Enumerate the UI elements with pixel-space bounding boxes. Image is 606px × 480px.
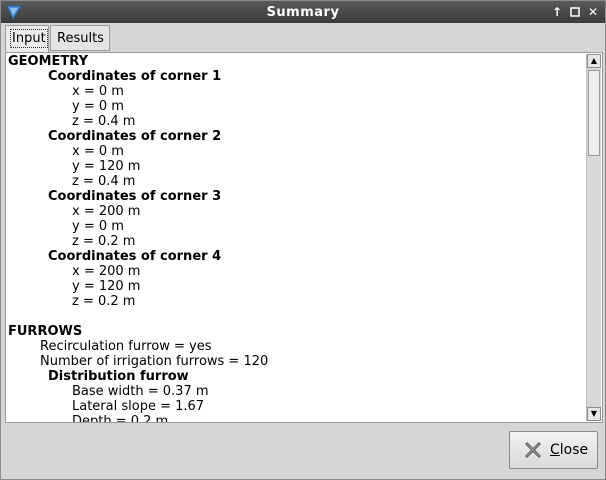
section-heading: FURROWS xyxy=(8,324,83,339)
section-heading: Distribution furrow xyxy=(48,369,189,384)
section-heading: GEOMETRY xyxy=(8,54,88,69)
vertical-scrollbar[interactable]: ▲ ▼ xyxy=(586,54,601,421)
section-heading: Coordinates of corner 4 xyxy=(48,249,222,264)
summary-window: Summary ↑ ✕ Input Results GEOMETRY Coordi… xyxy=(0,0,606,480)
summary-text-area[interactable]: GEOMETRY Coordinates of corner 1x = 0 my … xyxy=(5,52,603,423)
summary-line: z = 0.2 m xyxy=(72,234,136,249)
summary-line: x = 200 m xyxy=(72,204,141,219)
summary-line: z = 0.4 m xyxy=(72,174,136,189)
tab-label: Results xyxy=(57,31,104,46)
button-bar: Close xyxy=(1,423,605,479)
summary-line: x = 0 m xyxy=(72,84,124,99)
tab-input[interactable]: Input xyxy=(5,25,49,52)
scroll-up-icon[interactable]: ▲ xyxy=(587,54,601,68)
section-heading: Coordinates of corner 3 xyxy=(48,189,222,204)
summary-text: GEOMETRY Coordinates of corner 1x = 0 my … xyxy=(8,54,269,423)
close-button[interactable]: Close xyxy=(509,431,598,469)
close-icon[interactable]: ✕ xyxy=(585,4,601,20)
summary-line: Lateral slope = 1.67 xyxy=(72,399,205,414)
section-heading: Coordinates of corner 2 xyxy=(48,129,222,144)
arrow-up-icon[interactable]: ↑ xyxy=(549,4,565,20)
summary-line: y = 0 m xyxy=(72,219,124,234)
summary-line: Base width = 0.37 m xyxy=(72,384,209,399)
summary-line: Depth = 0.2 m xyxy=(72,414,169,423)
summary-line: Number of irrigation furrows = 120 xyxy=(40,354,269,369)
tab-label: Input xyxy=(10,29,48,48)
tab-results[interactable]: Results xyxy=(50,25,110,51)
summary-line: y = 0 m xyxy=(72,99,124,114)
x-icon xyxy=(525,442,541,458)
scroll-down-icon[interactable]: ▼ xyxy=(587,407,601,421)
close-button-label: Close xyxy=(550,442,589,458)
window-title: Summary xyxy=(266,5,340,20)
section-heading: Coordinates of corner 1 xyxy=(48,69,222,84)
summary-line: y = 120 m xyxy=(72,159,141,174)
square-icon[interactable] xyxy=(567,4,583,20)
summary-line: z = 0.2 m xyxy=(72,294,136,309)
title-bar[interactable]: Summary ↑ ✕ xyxy=(1,1,605,23)
summary-line: x = 0 m xyxy=(72,144,124,159)
summary-line: x = 200 m xyxy=(72,264,141,279)
summary-line: y = 120 m xyxy=(72,279,141,294)
scrollbar-thumb[interactable] xyxy=(588,70,600,156)
summary-line: Recirculation furrow = yes xyxy=(40,339,212,354)
summary-line: z = 0.4 m xyxy=(72,114,136,129)
